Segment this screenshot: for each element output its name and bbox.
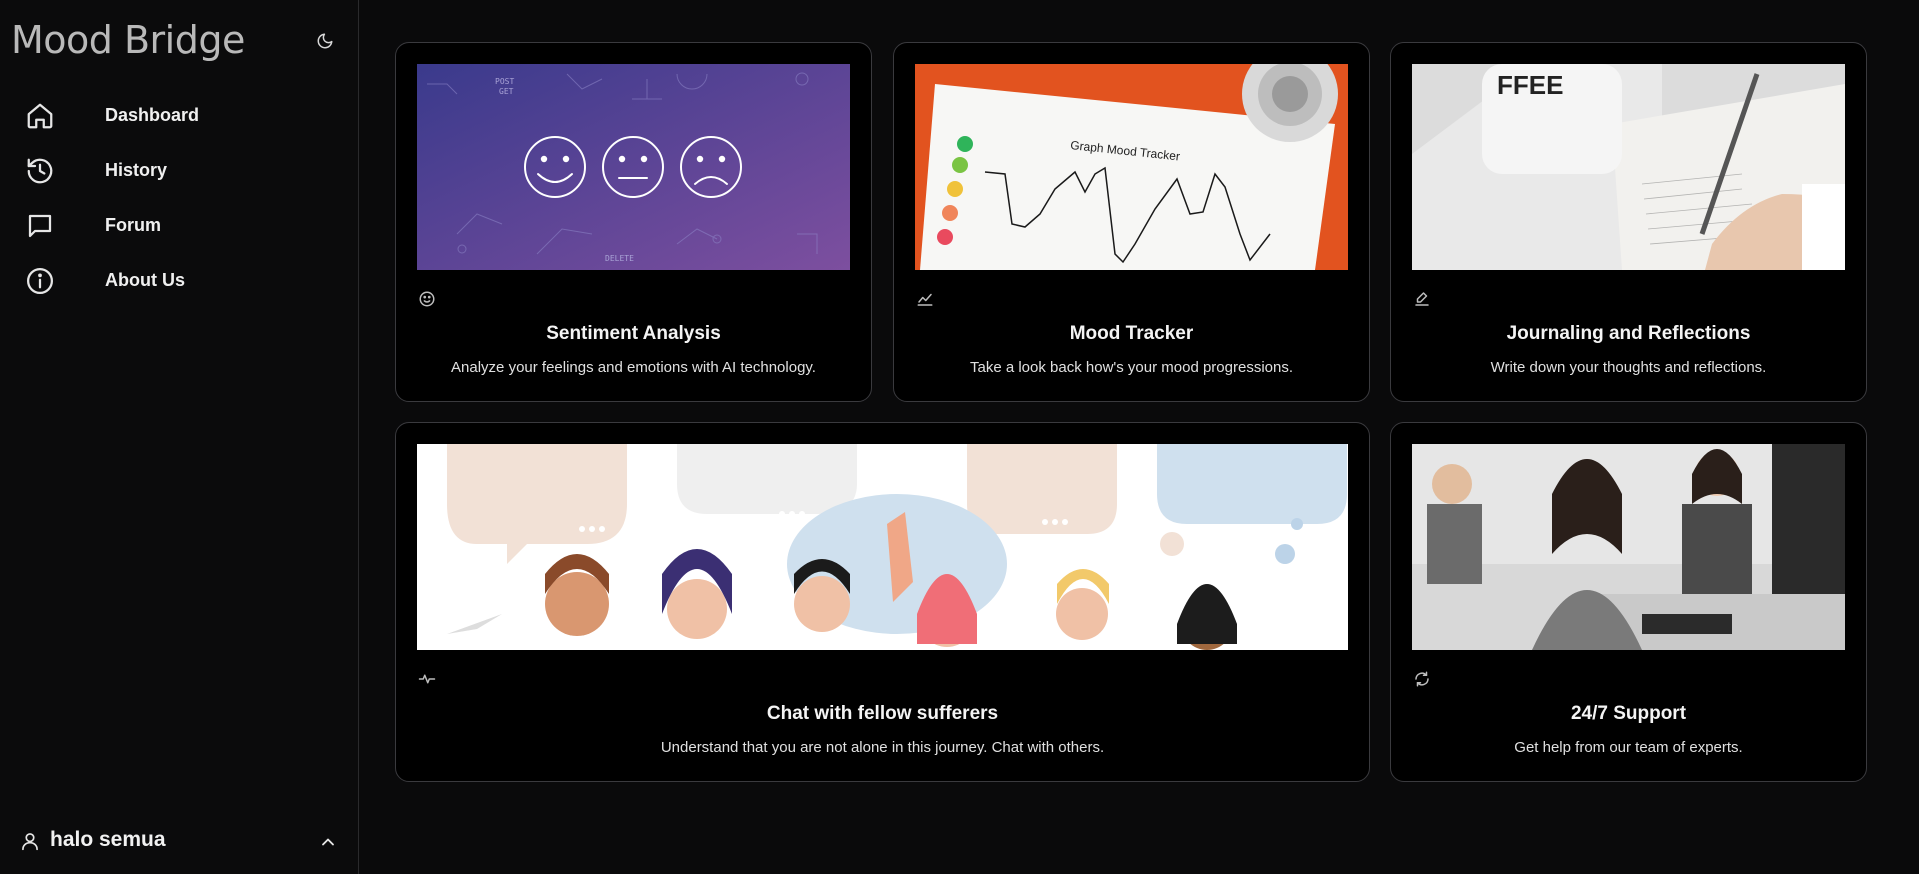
card-title: Mood Tracker: [1069, 323, 1194, 344]
home-icon: [27, 103, 53, 129]
card-description: Get help from our team of experts.: [1514, 739, 1743, 756]
card-description: Take a look back how's your mood progres…: [969, 359, 1294, 376]
sidebar: Mood Bridge Dashboard History Forum Abou…: [0, 0, 359, 874]
sidebar-item-about-us[interactable]: About Us: [0, 253, 358, 308]
theme-toggle-button[interactable]: [312, 28, 338, 54]
svg-text:POST: POST: [495, 77, 514, 86]
card-description: Understand that you are not alone in thi…: [660, 739, 1105, 756]
history-icon: [27, 158, 53, 184]
svg-text:GET: GET: [499, 87, 514, 96]
sidebar-item-label: Dashboard: [105, 105, 200, 125]
card-title: Sentiment Analysis: [546, 323, 721, 344]
chat-bubble-icon: [28, 214, 52, 238]
chat-image: [417, 444, 1348, 650]
face-smile-icon: [419, 291, 435, 307]
info-icon: [27, 268, 53, 294]
sentiment-analysis-image: POST GET DELETE: [417, 64, 850, 270]
feature-card-chat[interactable]: Chat with fellow sufferers Understand th…: [395, 422, 1370, 782]
app-title: Mood Bridge: [11, 18, 245, 62]
user-menu[interactable]: halo semua: [0, 810, 358, 874]
user-name: halo semua: [50, 828, 166, 851]
card-title: 24/7 Support: [1570, 703, 1687, 724]
feature-card-journaling[interactable]: FFEE Journaling and Reflections Write do…: [1390, 42, 1867, 402]
sidebar-nav: Dashboard History Forum About Us: [0, 88, 358, 308]
user-icon: [22, 833, 38, 851]
support-image: [1412, 444, 1845, 650]
sidebar-item-label: About Us: [105, 270, 185, 290]
journaling-image-text: FFEE: [1497, 70, 1563, 100]
journaling-image: FFEE: [1412, 64, 1845, 270]
pen-icon: [1415, 292, 1429, 306]
pulse-icon: [418, 674, 436, 684]
feature-card-support[interactable]: 24/7 Support Get help from our team of e…: [1390, 422, 1867, 782]
line-chart-icon: [917, 293, 933, 306]
chevron-up-icon[interactable]: [318, 832, 338, 852]
sidebar-item-dashboard[interactable]: Dashboard: [0, 88, 358, 143]
sidebar-item-label: Forum: [105, 215, 161, 235]
card-title: Chat with fellow sufferers: [766, 703, 999, 724]
card-description: Write down your thoughts and reflections…: [1490, 359, 1767, 376]
moon-icon: [317, 33, 333, 49]
sidebar-item-label: History: [105, 160, 168, 180]
feature-card-sentiment-analysis[interactable]: POST GET DELETE Sentiment Analysis Analy…: [395, 42, 872, 402]
card-title: Journaling and Reflections: [1506, 323, 1751, 344]
sidebar-item-history[interactable]: History: [0, 143, 358, 198]
sidebar-item-forum[interactable]: Forum: [0, 198, 358, 253]
refresh-icon: [1415, 671, 1429, 687]
svg-text:DELETE: DELETE: [605, 254, 634, 263]
mood-tracker-image: Graph Mood Tracker: [915, 64, 1348, 270]
card-description: Analyze your feelings and emotions with …: [451, 359, 816, 376]
feature-card-mood-tracker[interactable]: Graph Mood Tracker Mood Tracker Take a l…: [893, 42, 1370, 402]
